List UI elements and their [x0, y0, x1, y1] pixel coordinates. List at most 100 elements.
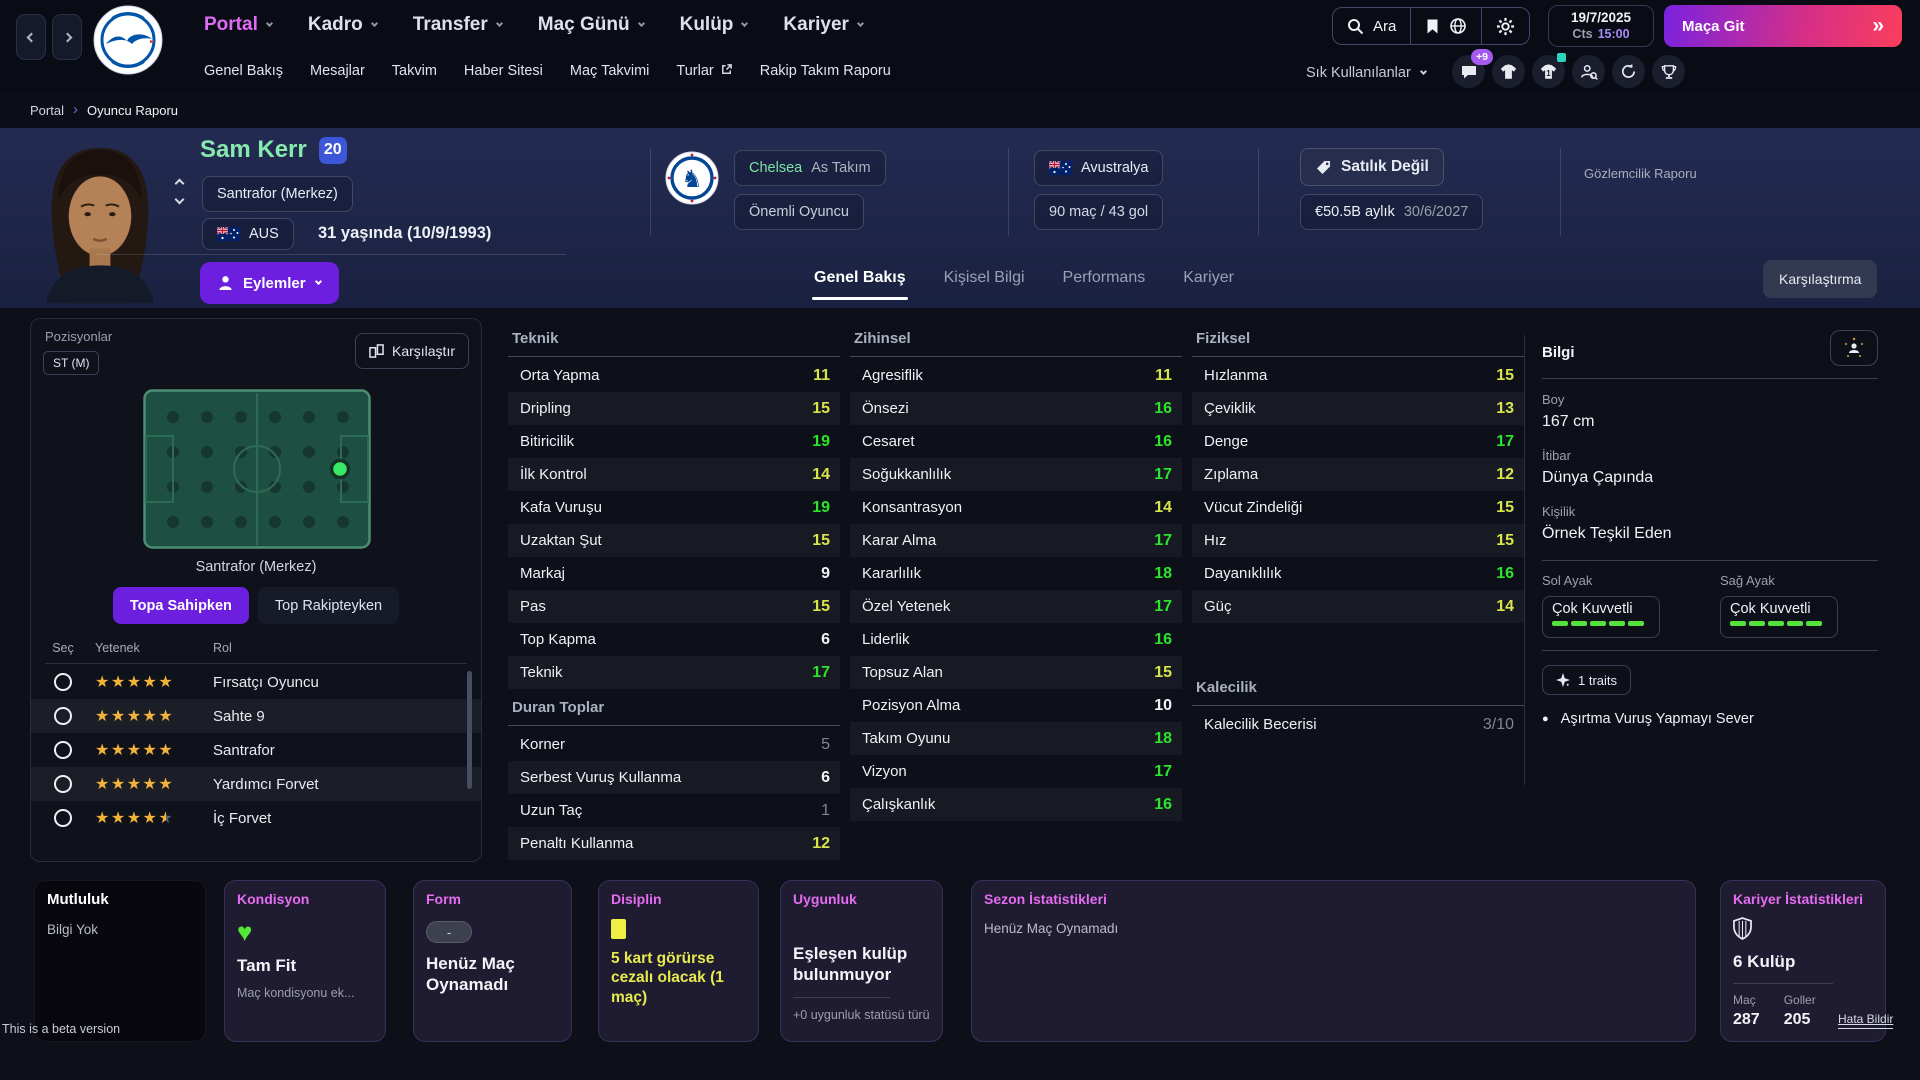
attribute-rows: Orta Yapma11Dripling15Bitiricilik19İlk K… — [508, 359, 840, 689]
tab-genel-bak[interactable]: Genel Bakış — [814, 269, 906, 287]
toggle-top-rakipteyken[interactable]: Top Rakipteyken — [258, 587, 399, 624]
club-logo-chelsea[interactable]: ♞ — [664, 150, 720, 211]
scouting-button[interactable] — [1572, 55, 1605, 88]
pitch-caption: Santrafor (Merkez) — [31, 559, 481, 575]
role-radio[interactable] — [54, 775, 72, 793]
tab-performans[interactable]: Performans — [1063, 269, 1146, 287]
divider — [1542, 650, 1878, 651]
card-condition[interactable]: Kondisyon ♥ Tam Fit Maç kondisyonu ek... — [224, 880, 386, 1042]
transfer-status-pill[interactable]: Satılık Değil — [1300, 148, 1444, 186]
star-icon: ★ — [95, 742, 111, 759]
tab-ki-isel-bilgi[interactable]: Kişisel Bilgi — [944, 269, 1025, 287]
traits-button[interactable]: 1 traits — [1542, 665, 1631, 695]
player-position-pill[interactable]: Santrafor (Merkez) — [202, 176, 353, 212]
person-icon — [218, 275, 233, 291]
attribute-row: Önsezi16 — [850, 392, 1182, 425]
role-radio[interactable] — [54, 707, 72, 725]
attribute-row: Top Kapma6 — [508, 623, 840, 656]
club-info-pill[interactable]: Chelsea As Takım — [734, 150, 886, 186]
national-team-pill[interactable]: Avustralya — [1034, 150, 1163, 186]
role-name: Santrafor — [213, 742, 275, 759]
player-stepper[interactable] — [176, 180, 183, 203]
club-status-pill[interactable]: Önemli Oyuncu — [734, 194, 864, 230]
toggle-topa-sahipken[interactable]: Topa Sahipken — [113, 587, 249, 624]
card-form[interactable]: Form - Henüz Maç Oynamadı — [413, 880, 572, 1042]
role-row[interactable]: ★★★★★Sahte 9 — [31, 699, 481, 733]
subnav-haber-sitesi[interactable]: Haber Sitesi — [464, 63, 543, 79]
subnav-ma-takvimi[interactable]: Maç Takvimi — [570, 63, 650, 79]
subnav-rakip-tak-m-raporu[interactable]: Rakip Takım Raporu — [760, 63, 891, 79]
card-happiness[interactable]: Mutluluk Bilgi Yok — [34, 880, 206, 1042]
contract-pill[interactable]: €50.5B aylık 30/6/2027 — [1300, 194, 1483, 230]
subnav-genel-bak[interactable]: Genel Bakış — [204, 63, 283, 79]
header-separator — [1560, 148, 1561, 236]
globe-icon — [1449, 17, 1467, 35]
role-radio[interactable] — [54, 809, 72, 827]
role-name: Fırsatçı Oyuncu — [213, 674, 319, 691]
info-label: Kişilik — [1542, 504, 1878, 519]
squad-alert-button[interactable]: 1 — [1532, 55, 1565, 88]
squad-shirt-button[interactable] — [1492, 55, 1525, 88]
forward-button[interactable] — [52, 14, 82, 60]
report-error-link[interactable]: Hata Bildir — [1838, 1012, 1893, 1029]
go-to-match-button[interactable]: Maça Git » — [1664, 5, 1902, 47]
sync-button[interactable] — [1612, 55, 1645, 88]
menu-kul-p[interactable]: Kulüp — [680, 14, 748, 36]
subnav-label: Rakip Takım Raporu — [760, 63, 891, 79]
messages-button[interactable]: +9 — [1452, 55, 1485, 88]
menu-kadro[interactable]: Kadro — [308, 14, 377, 36]
menu-label: Kadro — [308, 14, 363, 36]
role-column-header: Yetenek — [95, 641, 213, 655]
role-row[interactable]: ★★★★★Yardımcı Forvet — [31, 767, 481, 801]
beta-version-note: This is a beta version — [2, 1022, 120, 1036]
search-button[interactable]: Ara — [1333, 8, 1410, 44]
scrollbar-thumb[interactable] — [467, 671, 472, 789]
attribute-name: Kafa Vuruşu — [520, 499, 602, 516]
card-discipline[interactable]: Disiplin 5 kart görürse cezalı olacak (1… — [598, 880, 759, 1042]
player-overview-button[interactable] — [1830, 330, 1878, 366]
role-row[interactable]: ★★★★★Santrafor — [31, 733, 481, 767]
menu-kariyer[interactable]: Kariyer — [783, 14, 863, 36]
subnav-turlar[interactable]: Turlar — [676, 63, 732, 80]
subnav-mesajlar[interactable]: Mesajlar — [310, 63, 365, 79]
card-eligibility[interactable]: Uygunluk Eşleşen kulüp bulunmuyor +0 uyg… — [780, 880, 943, 1042]
favorites-dropdown[interactable]: Sık Kullanılanlar — [1306, 56, 1426, 90]
attribute-column-2: ZihinselAgresiflik11Önsezi16Cesaret16Soğ… — [850, 330, 1182, 870]
attribute-value: 17 — [1496, 433, 1514, 451]
attribute-value: 6 — [821, 769, 830, 787]
attribute-row: Orta Yapma11 — [508, 359, 840, 392]
attribute-value: 18 — [1154, 730, 1172, 748]
game-date[interactable]: 19/7/2025 Cts15:00 — [1548, 5, 1654, 47]
menu-transfer[interactable]: Transfer — [413, 14, 502, 36]
tab-kariyer[interactable]: Kariyer — [1183, 269, 1234, 287]
actions-button[interactable]: Eylemler — [200, 262, 339, 304]
menu-portal[interactable]: Portal — [204, 14, 272, 36]
nationality-pill[interactable]: AUS — [202, 218, 294, 250]
breadcrumb-portal[interactable]: Portal — [30, 103, 64, 118]
compare-button[interactable]: Karşılaştır — [355, 333, 469, 369]
attribute-name: Özel Yetenek — [862, 598, 950, 615]
vertical-divider — [1524, 335, 1525, 785]
divider — [1542, 378, 1878, 379]
comparison-button[interactable]: Karşılaştırma — [1763, 260, 1877, 298]
sync-icon — [1620, 63, 1637, 80]
role-row[interactable]: ★★★★★İç Forvet — [31, 801, 481, 835]
position-badge[interactable]: ST (M) — [43, 351, 99, 375]
competitions-button[interactable] — [1652, 55, 1685, 88]
subnav-takvim[interactable]: Takvim — [392, 63, 437, 79]
role-radio[interactable] — [54, 673, 72, 691]
card-season-stats[interactable]: Sezon İstatistikleri Henüz Maç Oynamadı — [971, 880, 1696, 1042]
menu-ma-g-n[interactable]: Maç Günü — [538, 14, 644, 36]
back-button[interactable] — [16, 14, 46, 60]
check-badge-icon — [1557, 53, 1566, 62]
bookmark-globe-group[interactable] — [1410, 8, 1481, 44]
international-record-pill[interactable]: 90 maç / 43 gol — [1034, 194, 1163, 230]
shield-icon — [1733, 917, 1873, 945]
player-header: Sam Kerr 20 Santrafor (Merkez) AUS 31 ya… — [0, 128, 1920, 308]
club-logo-brighton[interactable] — [92, 4, 164, 76]
attribute-name: Vizyon — [862, 763, 907, 780]
player-name: Sam Kerr — [200, 136, 307, 164]
settings-button[interactable] — [1481, 8, 1529, 44]
role-row[interactable]: ★★★★★Fırsatçı Oyuncu — [31, 665, 481, 699]
role-radio[interactable] — [54, 741, 72, 759]
